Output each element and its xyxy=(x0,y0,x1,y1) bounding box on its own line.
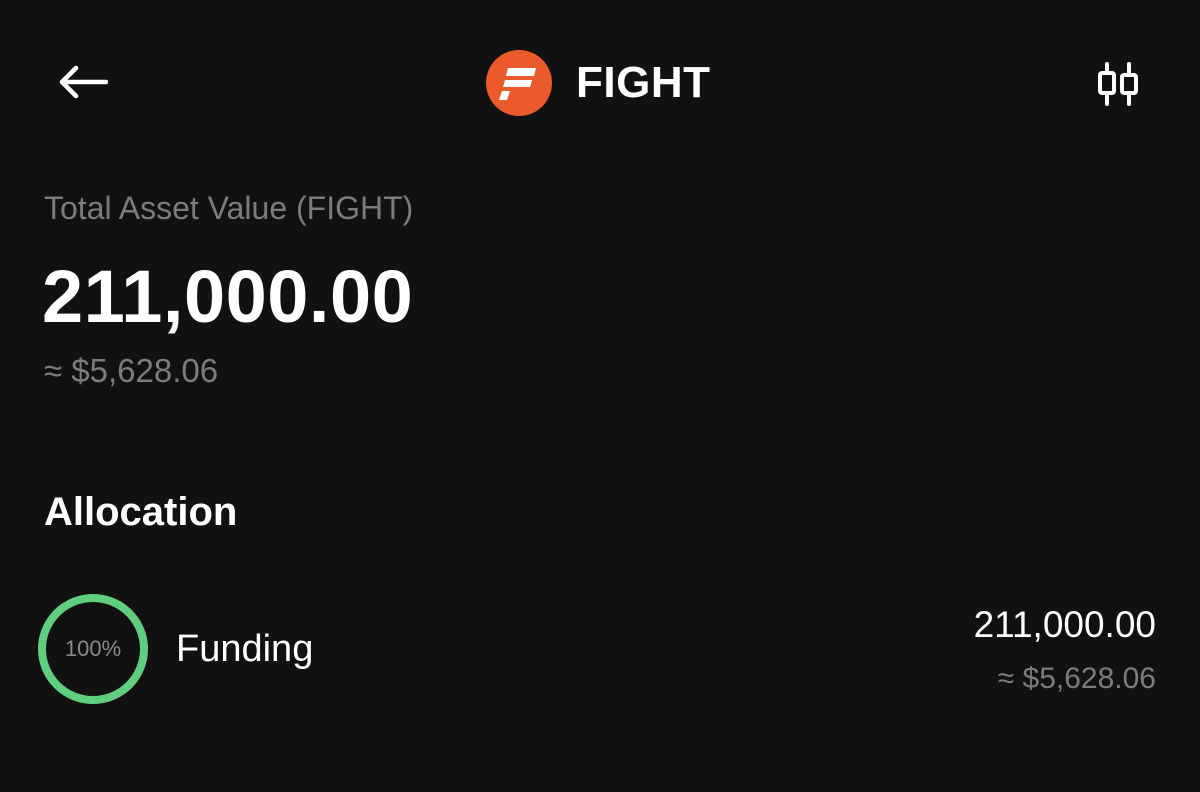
allocation-percent-ring: 100% xyxy=(36,592,150,706)
allocation-amount: 211,000.00 xyxy=(973,604,1156,645)
token-title: FIGHT xyxy=(486,50,710,116)
total-asset-value: 211,000.00 xyxy=(42,255,414,338)
token-name: FIGHT xyxy=(576,58,711,107)
allocation-fiat-value: ≈ $5,628.06 xyxy=(997,662,1156,695)
allocation-item-funding[interactable]: 100% Funding 211,000.00 ≈ $5,628.06 xyxy=(36,592,1160,708)
arrow-left-icon xyxy=(59,65,108,99)
fight-logo-icon xyxy=(486,50,552,116)
top-bar: FIGHT xyxy=(0,0,1200,170)
allocation-percent-label: 100% xyxy=(64,636,122,661)
candlestick-chart-icon xyxy=(1098,62,1138,106)
total-asset-label: Total Asset Value (FIGHT) xyxy=(44,190,414,226)
allocation-name: Funding xyxy=(176,628,314,670)
back-button[interactable] xyxy=(52,58,112,106)
total-asset-fiat-value: ≈ $5,628.06 xyxy=(44,352,219,389)
chart-button[interactable] xyxy=(1090,56,1146,112)
allocation-heading: Allocation xyxy=(44,490,238,534)
